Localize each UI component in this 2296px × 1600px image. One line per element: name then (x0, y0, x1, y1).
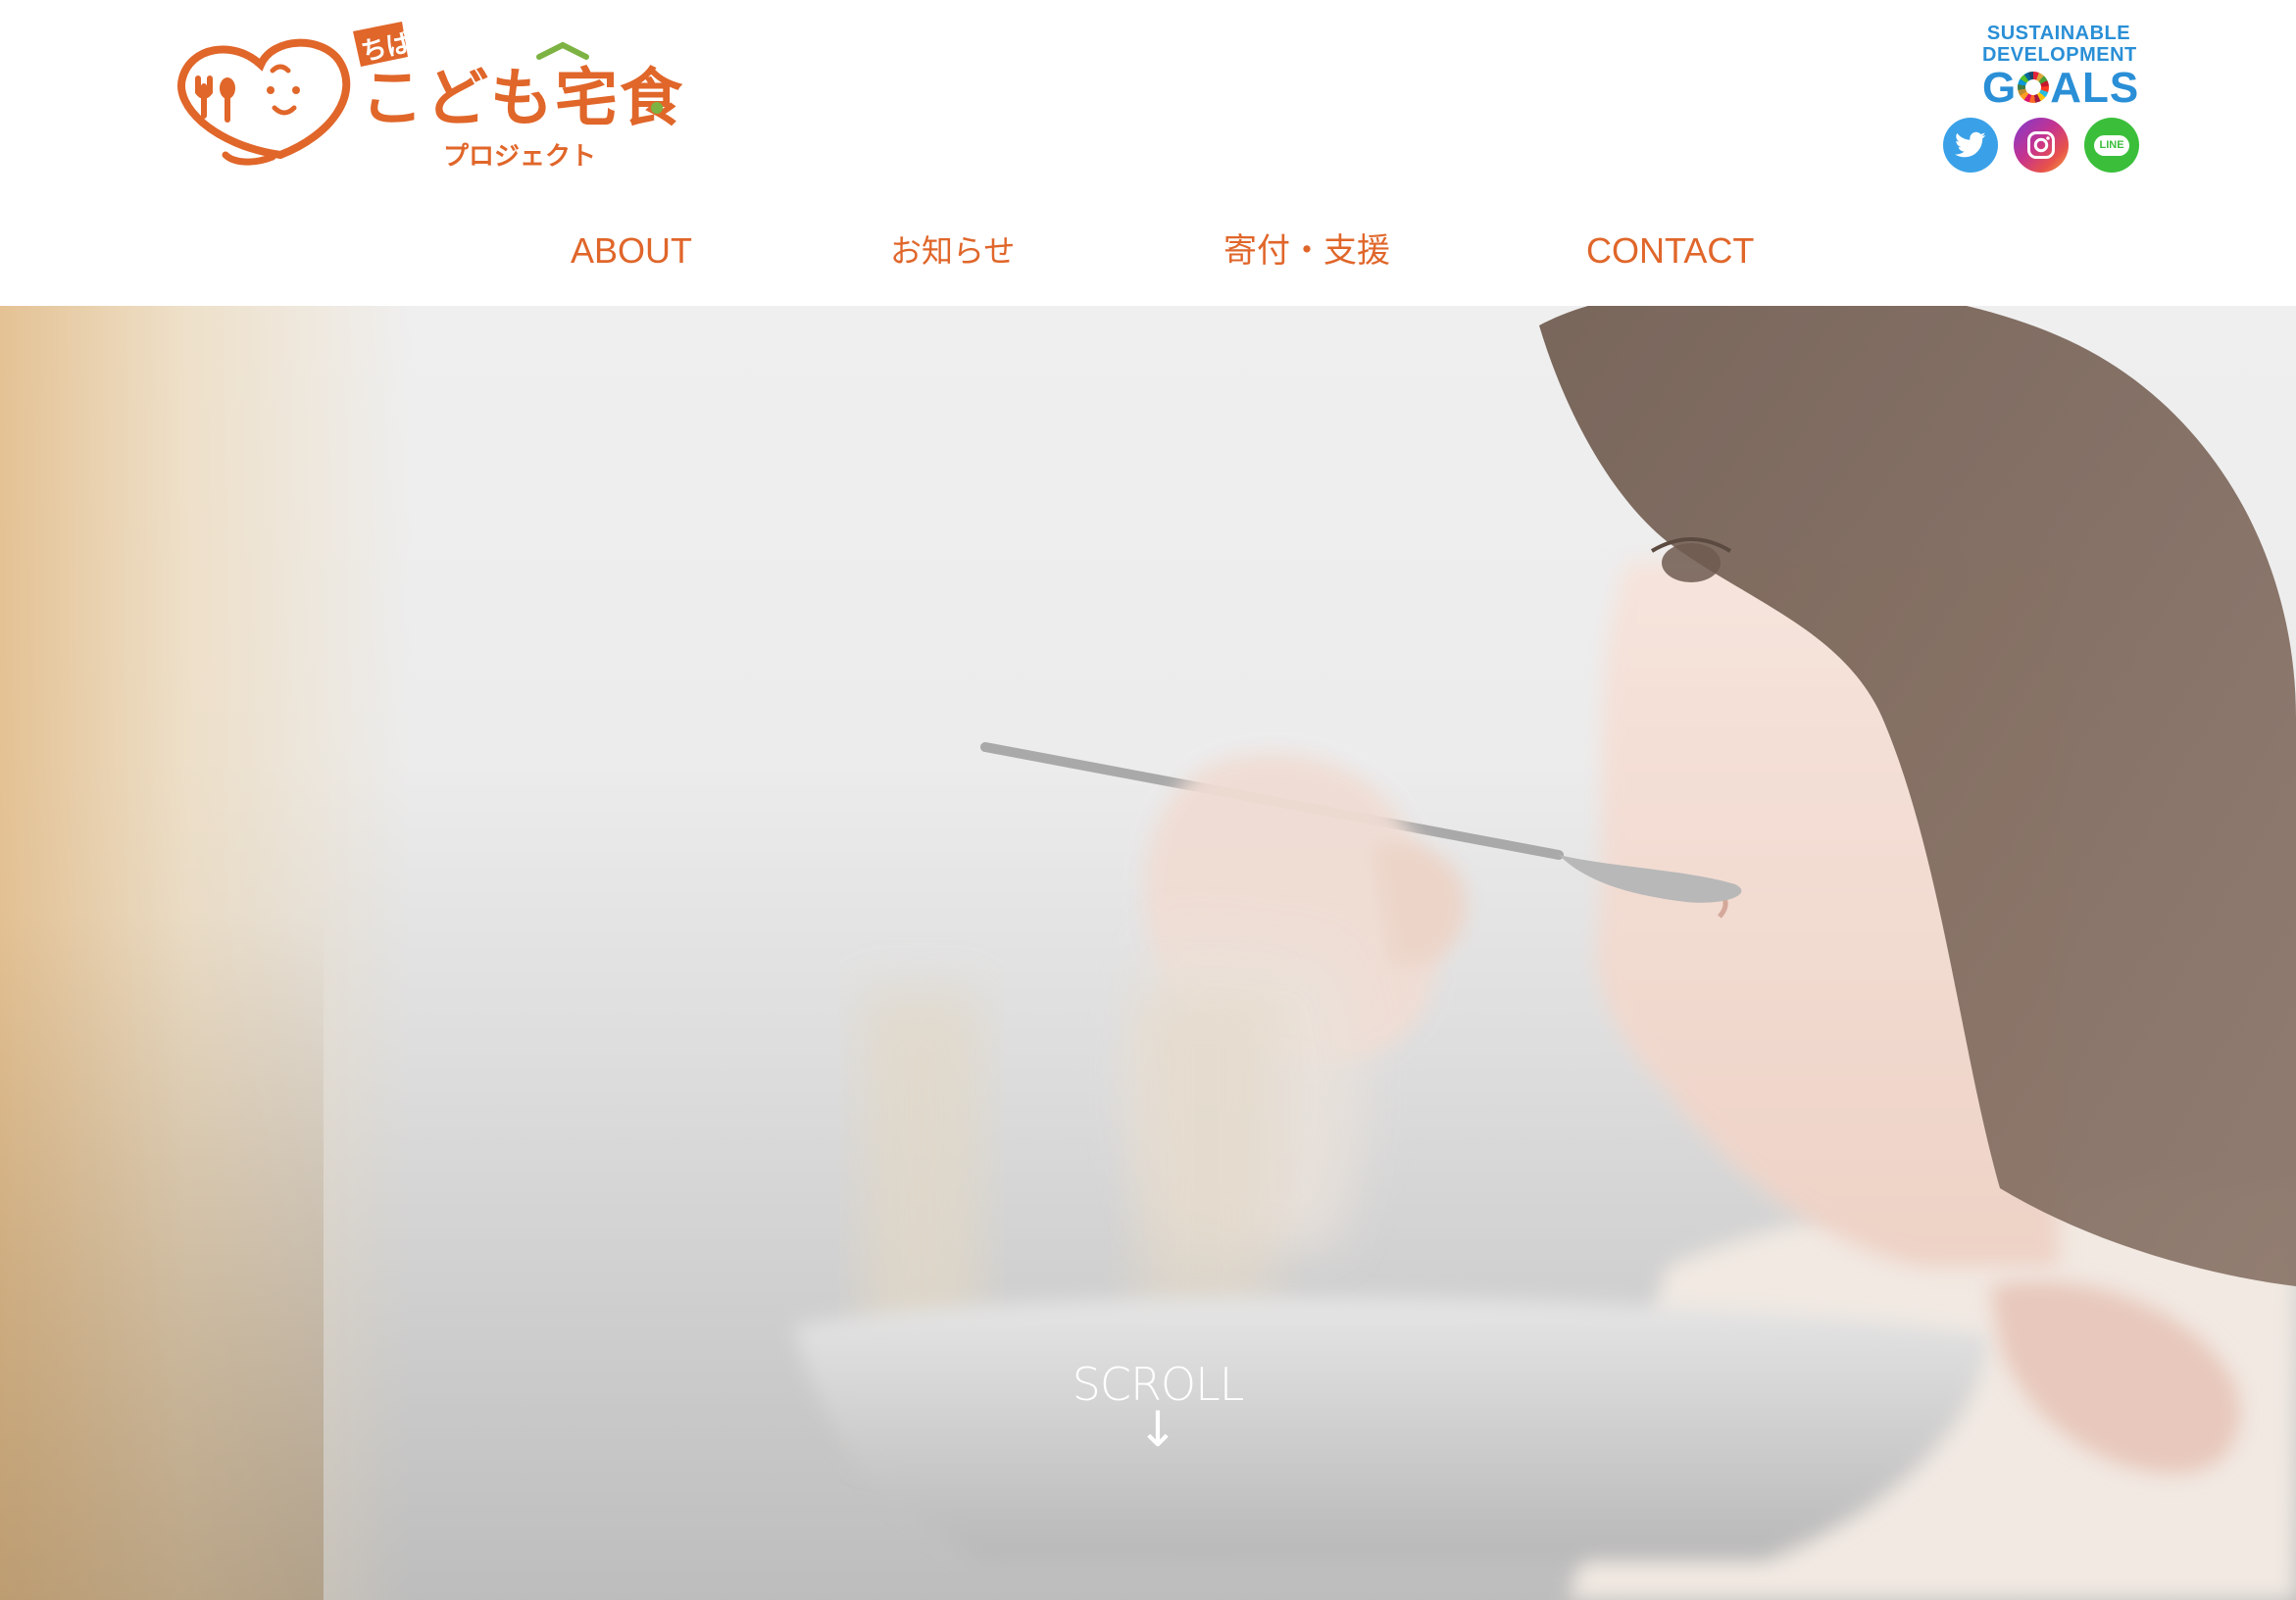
line-link[interactable]: LINE (2084, 118, 2139, 173)
hero-image: SCROLL ↓ (0, 306, 2296, 1600)
nav-donation-support[interactable]: 寄付・支援 (1223, 220, 1390, 282)
sdgs-line1: SUSTAINABLE (1986, 23, 2131, 44)
site-header: ちば こども宅食 プロジェクト SUSTAINABLE DEVELOPMENT … (0, 0, 2296, 306)
logo-mark: ちば こども宅食 プロジェクト (177, 22, 684, 172)
instagram-icon (2027, 131, 2055, 159)
nav-about[interactable]: ABOUT (571, 220, 692, 282)
sdgs-goals: G ALS (1982, 64, 2138, 112)
arrow-down-icon: ↓ (1137, 1401, 1178, 1458)
main-nav: ABOUT お知らせ 寄付・支援 CONTACT (0, 220, 2296, 282)
sdgs-goals-rest: ALS (2050, 64, 2140, 112)
nav-news[interactable]: お知らせ (890, 220, 1015, 282)
line-icon: LINE (2094, 134, 2129, 156)
sdgs-line2: DEVELOPMENT (1982, 44, 2137, 66)
twitter-icon (1955, 131, 1986, 158)
sdgs-logo: SUSTAINABLE DEVELOPMENT G ALS (1982, 23, 2138, 112)
twitter-link[interactable] (1943, 118, 1998, 173)
instagram-link[interactable] (2014, 118, 2069, 173)
page: ちば こども宅食 プロジェクト SUSTAINABLE DEVELOPMENT … (0, 0, 2296, 1600)
scroll-indicator[interactable]: SCROLL ↓ (1070, 1362, 1246, 1454)
logo-sub-text: プロジェクト (443, 142, 596, 172)
nav-contact[interactable]: CONTACT (1586, 220, 1754, 282)
sdgs-goals-g: G (1982, 64, 2018, 112)
sdgs-wheel-icon (2018, 72, 2050, 103)
logo-main-text: こども宅食 (361, 63, 684, 135)
